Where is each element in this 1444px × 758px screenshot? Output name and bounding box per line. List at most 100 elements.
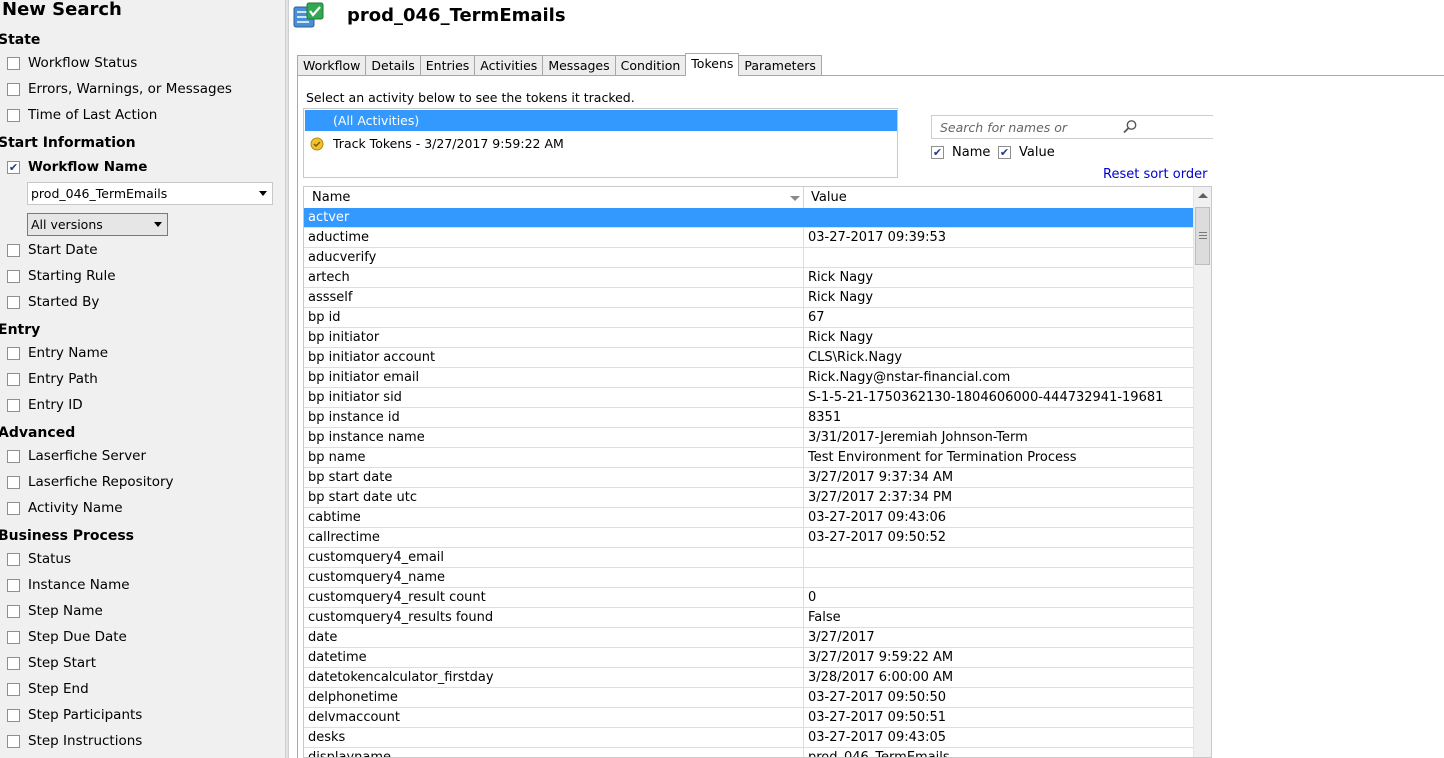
workflow-name-select[interactable]: prod_046_TermEmails <box>27 182 273 205</box>
filter-option-step-end[interactable]: Step End <box>7 680 89 698</box>
table-row[interactable]: bp start date utc 3/27/2017 2:37:34 PM <box>304 488 1193 508</box>
table-row[interactable]: bp start date 3/27/2017 9:37:34 AM <box>304 468 1193 488</box>
activity-item-track-tokens[interactable]: Track Tokens - 3/27/2017 9:59:22 AM <box>305 133 897 154</box>
filter-option-start-date[interactable]: Start Date <box>7 241 98 259</box>
table-row[interactable]: bp initiator Rick Nagy <box>304 328 1193 348</box>
filter-option-instance-name[interactable]: Instance Name <box>7 576 130 594</box>
checkbox-icon[interactable] <box>7 269 20 283</box>
checkbox-icon[interactable] <box>7 372 20 386</box>
tab-tokens[interactable]: Tokens <box>685 53 740 76</box>
table-row[interactable]: customquery4_result count 0 <box>304 588 1193 608</box>
vertical-scrollbar[interactable] <box>1193 187 1211 757</box>
table-row[interactable]: datetokencalculator_firstday 3/28/2017 6:… <box>304 668 1193 688</box>
checkbox-icon[interactable] <box>7 398 20 412</box>
scrollbar-thumb[interactable] <box>1195 207 1210 265</box>
table-row[interactable]: customquery4_name <box>304 568 1193 588</box>
checkbox-icon[interactable] <box>7 56 20 70</box>
checkbox-icon[interactable] <box>7 108 20 122</box>
checkbox-icon[interactable] <box>7 708 20 722</box>
table-row[interactable]: desks 03-27-2017 09:43:05 <box>304 728 1193 748</box>
filter-option-step-start[interactable]: Step Start <box>7 654 96 672</box>
checkbox-icon[interactable] <box>7 475 20 489</box>
column-header-value[interactable]: Value <box>804 187 1193 208</box>
table-row[interactable]: bp initiator email Rick.Nagy@nstar-financ… <box>304 368 1193 388</box>
checkbox-icon[interactable] <box>7 295 20 309</box>
search-icon[interactable] <box>1122 119 1138 135</box>
checkbox-icon[interactable] <box>7 734 20 748</box>
tab-details[interactable]: Details <box>365 55 421 75</box>
checkbox-icon[interactable] <box>7 604 20 618</box>
table-row[interactable]: customquery4_results found False <box>304 608 1193 628</box>
filter-option-laserfiche-server[interactable]: Laserfiche Server <box>7 447 146 465</box>
filter-name-checkbox[interactable]: ✔ Name <box>931 145 990 160</box>
checkbox-icon[interactable] <box>7 552 20 566</box>
tab-condition[interactable]: Condition <box>614 55 687 75</box>
filter-option-workflow-status[interactable]: Workflow Status <box>7 54 137 72</box>
versions-select[interactable]: All versions <box>27 213 168 236</box>
tab-messages[interactable]: Messages <box>542 55 616 75</box>
workflow-name-checkbox[interactable]: ✔ Workflow Name <box>7 158 147 176</box>
checkbox-icon[interactable] <box>7 656 20 670</box>
activity-list[interactable]: (All Activities) Track Tokens - 3/27/201… <box>303 108 898 178</box>
checkbox-icon[interactable]: ✔ <box>7 160 20 174</box>
checkbox-icon[interactable] <box>7 578 20 592</box>
checkbox-icon[interactable]: ✔ <box>998 146 1011 159</box>
chevron-down-icon[interactable] <box>259 190 267 196</box>
filter-option-step-due-date[interactable]: Step Due Date <box>7 628 127 646</box>
table-row[interactable]: bp instance id 8351 <box>304 408 1193 428</box>
table-row[interactable]: artech Rick Nagy <box>304 268 1193 288</box>
filter-option-activity-name[interactable]: Activity Name <box>7 499 123 517</box>
tab-activities[interactable]: Activities <box>474 55 544 75</box>
table-row[interactable]: bp name Test Environment for Termination … <box>304 448 1193 468</box>
table-row[interactable]: date 3/27/2017 <box>304 628 1193 648</box>
table-row[interactable]: bp initiator account CLS\Rick.Nagy <box>304 348 1193 368</box>
table-row[interactable]: customquery4_email <box>304 548 1193 568</box>
table-row[interactable]: datetime 3/27/2017 9:59:22 AM <box>304 648 1193 668</box>
table-row[interactable]: aductime 03-27-2017 09:39:53 <box>304 228 1193 248</box>
checkbox-icon[interactable] <box>7 346 20 360</box>
tokens-grid[interactable]: Name Value actver aductime 03-27-2017 09:3… <box>303 186 1212 758</box>
filter-option-step-participants[interactable]: Step Participants <box>7 706 142 724</box>
activity-item-all[interactable]: (All Activities) <box>305 110 897 131</box>
checkbox-icon[interactable] <box>7 243 20 257</box>
chevron-down-icon[interactable] <box>154 221 162 227</box>
tab-entries[interactable]: Entries <box>419 55 476 75</box>
filter-option-entry-id[interactable]: Entry ID <box>7 396 83 414</box>
table-row[interactable]: bp id 67 <box>304 308 1193 328</box>
table-row[interactable]: actver <box>304 208 1193 228</box>
table-row[interactable]: callrectime 03-27-2017 09:50:52 <box>304 528 1193 548</box>
checkbox-icon[interactable] <box>7 82 20 96</box>
checkbox-icon[interactable]: ✔ <box>931 146 944 159</box>
table-row[interactable]: bp initiator sid S-1-5-21-1750362130-1804… <box>304 388 1193 408</box>
filter-option-entry-name[interactable]: Entry Name <box>7 344 108 362</box>
filter-option-step-instructions[interactable]: Step Instructions <box>7 732 142 750</box>
table-row[interactable]: delphonetime 03-27-2017 09:50:50 <box>304 688 1193 708</box>
filter-value-checkbox[interactable]: ✔ Value <box>998 145 1055 160</box>
token-search-box[interactable] <box>931 115 1213 139</box>
tab-parameters[interactable]: Parameters <box>738 55 822 75</box>
table-row[interactable]: bp instance name 3/31/2017-Jeremiah Johns… <box>304 428 1193 448</box>
tab-workflow[interactable]: Workflow <box>297 55 367 75</box>
filter-option-errors-warnings-or-messages[interactable]: Errors, Warnings, or Messages <box>7 80 232 98</box>
token-search-input[interactable] <box>938 118 1122 136</box>
checkbox-icon[interactable] <box>7 682 20 696</box>
table-row[interactable]: displayname prod_046_TermEmails <box>304 748 1193 757</box>
reset-sort-order-link[interactable]: Reset sort order <box>1103 167 1207 182</box>
filter-option-laserfiche-repository[interactable]: Laserfiche Repository <box>7 473 174 491</box>
checkbox-icon[interactable] <box>7 630 20 644</box>
table-row[interactable]: delvmaccount 03-27-2017 09:50:51 <box>304 708 1193 728</box>
filter-option-step-name[interactable]: Step Name <box>7 602 103 620</box>
filter-option-time-of-last-action[interactable]: Time of Last Action <box>7 106 157 124</box>
column-header-name[interactable]: Name <box>304 187 804 208</box>
table-row[interactable]: aducverify <box>304 248 1193 268</box>
table-row[interactable]: cabtime 03-27-2017 09:43:06 <box>304 508 1193 528</box>
checkbox-icon[interactable] <box>7 501 20 515</box>
filter-option-started-by[interactable]: Started By <box>7 293 99 311</box>
checkbox-icon[interactable] <box>7 449 20 463</box>
filter-option-entry-path[interactable]: Entry Path <box>7 370 98 388</box>
filter-option-starting-rule[interactable]: Starting Rule <box>7 267 116 285</box>
filter-option-status[interactable]: Status <box>7 550 71 568</box>
pane-splitter[interactable] <box>285 0 289 758</box>
table-row[interactable]: assself Rick Nagy <box>304 288 1193 308</box>
scroll-up-icon[interactable] <box>1198 193 1208 198</box>
